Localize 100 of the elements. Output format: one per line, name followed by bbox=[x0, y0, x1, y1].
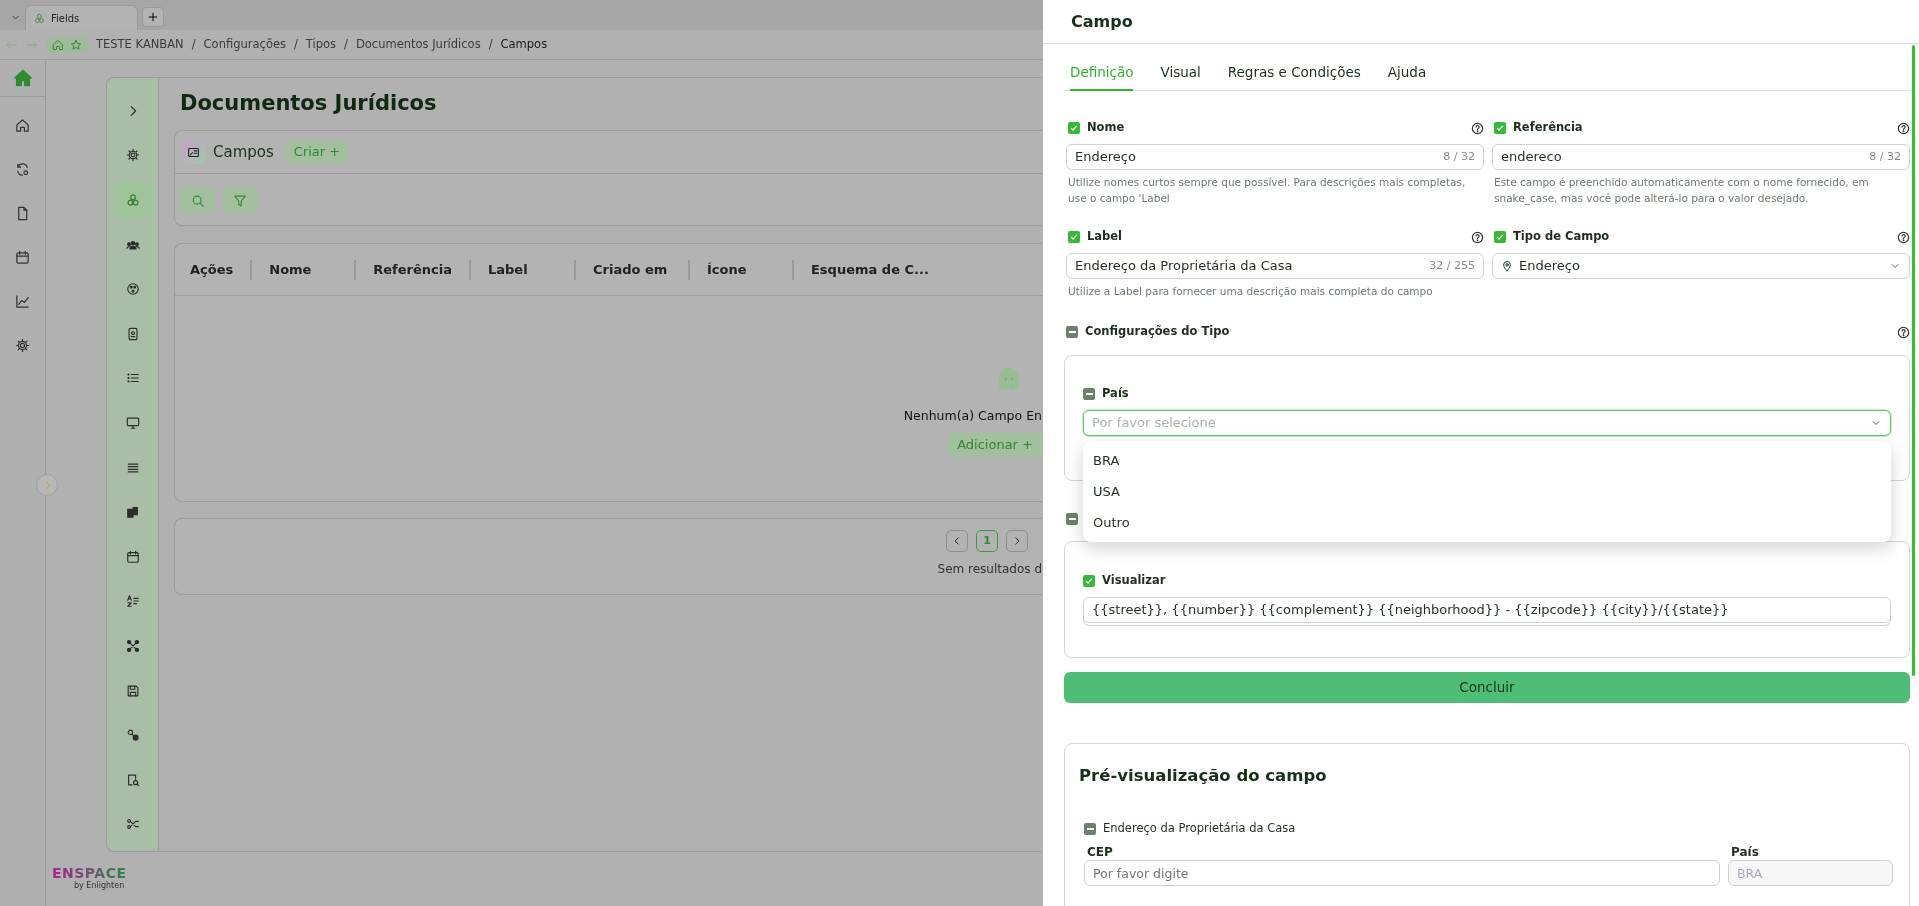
column-header: Criado em bbox=[574, 259, 688, 280]
pin-icon bbox=[1501, 260, 1513, 272]
field-label: Label bbox=[1087, 228, 1123, 246]
tab[interactable]: Visual bbox=[1160, 56, 1201, 91]
help-icon bbox=[1471, 230, 1484, 244]
monitor-icon bbox=[125, 415, 140, 430]
back-arrow-icon bbox=[6, 38, 18, 51]
chart-icon bbox=[15, 293, 30, 309]
cubes-icon bbox=[34, 12, 45, 24]
collapse-toggle[interactable] bbox=[1083, 388, 1095, 400]
dropdown-option[interactable]: Outro bbox=[1083, 507, 1891, 538]
column-header: Referência bbox=[354, 259, 469, 280]
input-field[interactable]: Por favor digite bbox=[1084, 860, 1720, 886]
calendar-icon bbox=[15, 249, 30, 265]
calendar-icon bbox=[125, 549, 140, 564]
menu-icon bbox=[125, 460, 140, 475]
badge-icon bbox=[125, 326, 140, 341]
new-tab-button[interactable] bbox=[142, 7, 164, 27]
refresh-icon bbox=[15, 161, 30, 177]
chevron-left-icon bbox=[952, 536, 962, 546]
collapse-toggle[interactable] bbox=[1084, 823, 1096, 835]
scrollbar[interactable] bbox=[1912, 45, 1915, 676]
next-page-button[interactable] bbox=[1006, 530, 1028, 552]
field-label: CEP bbox=[1086, 844, 1114, 860]
preview-title: Pré-visualização do campo bbox=[1079, 765, 1328, 787]
breadcrumb-separator: / bbox=[191, 35, 196, 53]
drawer-title: Campo bbox=[1043, 0, 1919, 44]
field-label: Nome bbox=[1087, 119, 1125, 137]
home-icon bbox=[15, 117, 30, 133]
collapse-toggle[interactable] bbox=[1066, 513, 1078, 525]
column-header: Ícone bbox=[688, 259, 792, 280]
field-label: Visualizar bbox=[1102, 572, 1166, 590]
breadcrumb-link[interactable]: Configurações bbox=[203, 35, 286, 54]
collapse-toggle[interactable] bbox=[1066, 326, 1078, 338]
document-search-icon bbox=[125, 772, 140, 787]
breadcrumb-separator: / bbox=[344, 35, 348, 53]
input-field[interactable]: Endereço 8 / 32 bbox=[1066, 144, 1484, 170]
checkbox[interactable] bbox=[1083, 575, 1095, 587]
help-text: Este campo é preenchido automaticamente com o nome fornecido, em snake_case, mas você pode alterá-lo para o valor desejado. bbox=[1493, 175, 1870, 206]
cubes-icon bbox=[125, 193, 140, 207]
sidebar-item[interactable] bbox=[113, 182, 152, 218]
submit-button[interactable]: Concluir bbox=[1064, 672, 1910, 703]
breadcrumb-link[interactable]: Campos bbox=[500, 35, 548, 54]
settings-icon bbox=[15, 337, 30, 353]
checkbox[interactable] bbox=[1068, 231, 1080, 243]
ghost-icon bbox=[996, 366, 1022, 392]
breadcrumb-separator: / bbox=[294, 35, 298, 53]
field-label: País bbox=[1730, 844, 1760, 860]
tab[interactable]: Regras e Condições bbox=[1227, 56, 1361, 91]
plus-icon bbox=[147, 11, 159, 23]
tab-title: Fields bbox=[51, 11, 80, 26]
chevron-right-icon bbox=[1012, 536, 1022, 546]
column-header: Label bbox=[469, 259, 574, 280]
filter-button[interactable] bbox=[223, 187, 257, 213]
list-icon bbox=[125, 371, 140, 386]
column-header: Esquema de C... bbox=[792, 259, 946, 280]
star-icon bbox=[70, 38, 82, 51]
field-label: Referência bbox=[1513, 119, 1583, 137]
filter-icon bbox=[233, 193, 247, 208]
checkbox[interactable] bbox=[1068, 122, 1080, 134]
input-field[interactable]: endereco 8 / 32 bbox=[1492, 144, 1910, 170]
help-icon bbox=[1897, 121, 1910, 135]
save-icon bbox=[125, 683, 140, 698]
browser-tab[interactable]: Fields bbox=[25, 5, 138, 30]
type-select[interactable]: Endereço bbox=[1492, 253, 1910, 279]
settings-icon bbox=[125, 148, 140, 163]
search-button[interactable] bbox=[180, 187, 215, 213]
sort-icon bbox=[125, 594, 140, 609]
forward-arrow-icon bbox=[26, 38, 38, 51]
checkbox[interactable] bbox=[1494, 122, 1506, 134]
blocks-icon bbox=[125, 505, 140, 520]
field-label: Tipo de Campo bbox=[1513, 228, 1610, 246]
help-text: Utilize a Label para fornecer uma descrição mais completa do campo bbox=[1067, 284, 1434, 299]
breadcrumb-link[interactable]: TESTE KANBAN bbox=[96, 35, 184, 54]
column-header: Ações bbox=[189, 260, 235, 279]
field-label: País bbox=[1102, 385, 1129, 403]
document-icon bbox=[15, 205, 30, 221]
checkbox[interactable] bbox=[1494, 231, 1506, 243]
search-icon bbox=[190, 193, 205, 208]
template-input[interactable]: {{street}}, {{number}} {{complement}} {{neighborhood}} - {{zipcode}} {{city}}/{{state}} bbox=[1083, 597, 1891, 623]
dropdown-option[interactable]: BRA bbox=[1083, 445, 1891, 476]
help-text: Utilize nomes curtos sempre que possível. Para descrições mais completas, use o campo 'Label bbox=[1067, 175, 1467, 206]
previous-page-button[interactable] bbox=[946, 530, 968, 552]
tab[interactable]: Ajuda bbox=[1387, 56, 1427, 91]
edit-icon bbox=[187, 145, 200, 159]
breadcrumb-link[interactable]: Tipos bbox=[305, 35, 337, 54]
group-label: Endereço da Proprietária da Casa bbox=[1103, 820, 1296, 838]
input-field[interactable]: Endereço da Proprietária da Casa 32 / 255 bbox=[1066, 253, 1484, 279]
home-icon bbox=[12, 67, 33, 88]
breadcrumb-link[interactable]: Documentos Jurídicos bbox=[355, 35, 481, 54]
circles-icon bbox=[125, 728, 140, 743]
section-label: Configurações do Tipo bbox=[1085, 323, 1230, 341]
help-icon bbox=[1897, 230, 1910, 244]
dropdown-option[interactable]: USA bbox=[1083, 476, 1891, 507]
breadcrumb-separator: / bbox=[488, 35, 493, 53]
help-icon bbox=[1897, 325, 1910, 339]
palette-icon bbox=[125, 282, 140, 297]
results-summary: Sem resultados d bbox=[937, 561, 1042, 578]
page-title: Documentos Jurídicos bbox=[180, 90, 438, 118]
column-header: Nome bbox=[250, 259, 355, 280]
